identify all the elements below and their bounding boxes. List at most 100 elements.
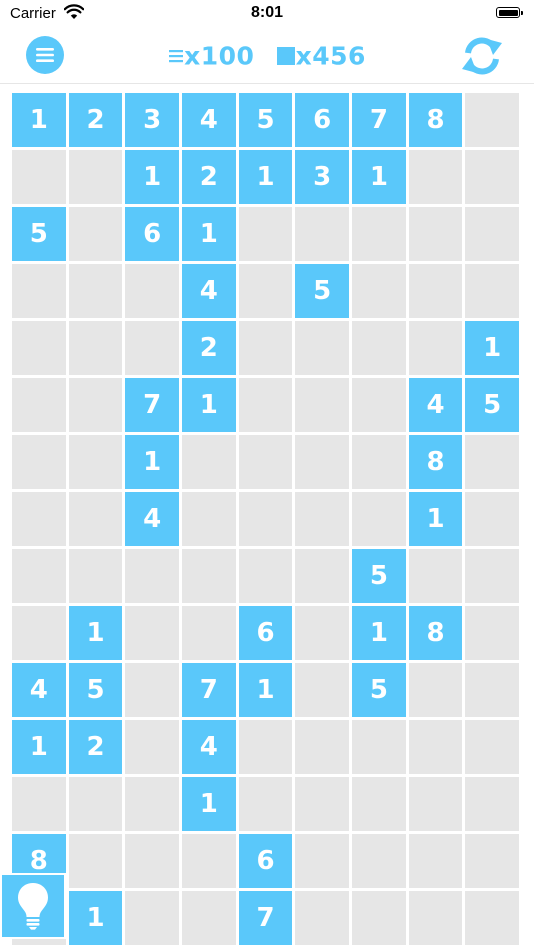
board-cell[interactable]: 2 [182,150,236,204]
board-cell[interactable] [295,321,350,375]
board-cell[interactable]: 4 [182,93,236,147]
board-cell[interactable]: 8 [408,93,463,147]
board-cell[interactable] [238,549,293,603]
board-cell[interactable] [68,777,123,831]
board-cell[interactable]: 4 [182,720,236,774]
board-cell[interactable]: 4 [125,492,180,546]
board-cell[interactable] [465,549,520,603]
board-cell[interactable] [295,435,350,489]
board-cell[interactable] [125,321,180,375]
board-cell[interactable]: 4 [12,663,66,717]
board-cell[interactable] [352,378,406,432]
board-cell[interactable] [352,207,406,261]
board-cell[interactable] [465,606,520,660]
board-cell[interactable] [68,264,123,318]
board-cell[interactable] [68,207,123,261]
board-cell[interactable] [68,378,123,432]
board-cell[interactable] [68,435,123,489]
board-cell[interactable] [408,663,463,717]
board-cell[interactable]: 7 [352,93,406,147]
board-cell[interactable] [465,663,520,717]
board-cell[interactable] [238,435,293,489]
board-cell[interactable] [408,321,463,375]
board-cell[interactable] [295,720,350,774]
board-cell[interactable]: 1 [12,93,66,147]
board-cell[interactable]: 1 [125,435,180,489]
board-cell[interactable] [125,891,180,945]
board-cell[interactable]: 1 [68,891,123,945]
board-cell[interactable] [408,207,463,261]
board-cell[interactable] [12,435,66,489]
board-cell[interactable] [125,264,180,318]
board-cell[interactable] [12,492,66,546]
board-cell[interactable] [238,378,293,432]
board-cell[interactable] [295,207,350,261]
board-cell[interactable]: 5 [295,264,350,318]
board-cell[interactable] [12,264,66,318]
board-cell[interactable] [12,606,66,660]
board-cell[interactable] [68,150,123,204]
board-cell[interactable] [295,777,350,831]
board-cell[interactable] [465,150,520,204]
board-cell[interactable] [352,435,406,489]
board-cell[interactable] [238,720,293,774]
board-cell[interactable] [182,492,236,546]
board-cell[interactable]: 1 [182,207,236,261]
board-cell[interactable]: 4 [182,264,236,318]
board-cell[interactable]: 6 [295,93,350,147]
board-cell[interactable] [238,264,293,318]
board-cell[interactable]: 1 [465,321,520,375]
board-cell[interactable] [408,891,463,945]
board-cell[interactable] [295,549,350,603]
board-cell[interactable]: 1 [238,663,293,717]
board-cell[interactable]: 7 [182,663,236,717]
board-cell[interactable]: 8 [408,435,463,489]
board-cell[interactable]: 1 [182,378,236,432]
board-cell[interactable] [352,891,406,945]
board-cell[interactable]: 7 [238,891,293,945]
board-cell[interactable] [238,492,293,546]
board-cell[interactable] [408,834,463,888]
board-cell[interactable] [352,492,406,546]
board-cell[interactable] [182,891,236,945]
board-cell[interactable]: 3 [125,93,180,147]
board-cell[interactable] [12,549,66,603]
board-cell[interactable] [12,321,66,375]
board-cell[interactable] [12,777,66,831]
board-cell[interactable] [125,834,180,888]
board-cell[interactable] [295,891,350,945]
board-cell[interactable] [12,150,66,204]
board-cell[interactable] [465,207,520,261]
board-cell[interactable]: 1 [182,777,236,831]
board-cell[interactable] [408,777,463,831]
board-cell[interactable]: 8 [408,606,463,660]
board-cell[interactable] [238,321,293,375]
board-cell[interactable]: 5 [12,207,66,261]
board-cell[interactable]: 1 [125,150,180,204]
board-cell[interactable] [352,321,406,375]
board-cell[interactable] [68,834,123,888]
board-cell[interactable] [68,492,123,546]
board-cell[interactable] [465,93,520,147]
board-cell[interactable] [238,207,293,261]
board-cell[interactable] [352,720,406,774]
board-cell[interactable] [68,321,123,375]
board-cell[interactable] [125,606,180,660]
board-cell[interactable] [295,663,350,717]
board-cell[interactable]: 6 [125,207,180,261]
board-cell[interactable]: 7 [125,378,180,432]
board-cell[interactable]: 1 [352,606,406,660]
board-cell[interactable]: 6 [238,834,293,888]
board-cell[interactable] [465,264,520,318]
board-cell[interactable] [465,720,520,774]
board-cell[interactable] [465,435,520,489]
board-cell[interactable] [182,435,236,489]
board-cell[interactable] [295,492,350,546]
board-cell[interactable]: 2 [68,720,123,774]
board-cell[interactable] [408,150,463,204]
board-cell[interactable] [352,264,406,318]
board-cell[interactable]: 2 [68,93,123,147]
refresh-button[interactable] [458,36,506,76]
board-cell[interactable] [125,777,180,831]
board-cell[interactable] [125,549,180,603]
